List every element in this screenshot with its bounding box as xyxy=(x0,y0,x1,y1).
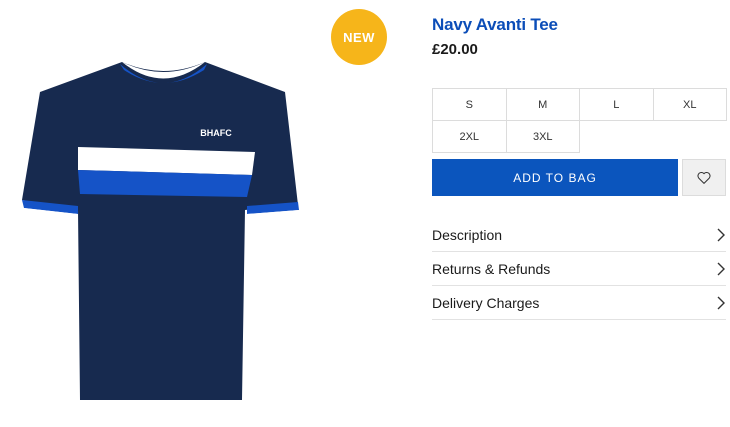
size-option-3xl[interactable]: 3XL xyxy=(506,121,580,153)
size-option-s[interactable]: S xyxy=(433,89,507,121)
accordion-returns-refunds[interactable]: Returns & Refunds xyxy=(432,252,726,286)
chevron-right-icon xyxy=(717,296,725,309)
product-info-accordion: Description Returns & Refunds Delivery C… xyxy=(432,218,726,320)
chevron-right-icon xyxy=(717,262,725,275)
accordion-delivery-charges[interactable]: Delivery Charges xyxy=(432,286,726,320)
accordion-description[interactable]: Description xyxy=(432,218,726,252)
product-title: Navy Avanti Tee xyxy=(432,15,558,34)
size-option-m[interactable]: M xyxy=(506,89,580,121)
size-selector: S M L XL 2XL 3XL xyxy=(432,88,727,153)
tshirt-body xyxy=(22,62,298,400)
accordion-label: Delivery Charges xyxy=(432,294,540,311)
new-badge: NEW xyxy=(331,9,387,65)
chevron-right-icon xyxy=(717,228,725,241)
accordion-label: Description xyxy=(432,226,503,243)
add-to-bag-button[interactable]: ADD TO BAG xyxy=(432,159,678,196)
size-grid-spacer xyxy=(580,121,654,153)
wishlist-button[interactable] xyxy=(682,159,726,196)
product-image: BHAFC xyxy=(0,0,320,427)
tshirt-illustration: BHAFC xyxy=(22,62,299,400)
size-grid-spacer xyxy=(653,121,727,153)
accordion-label: Returns & Refunds xyxy=(432,260,551,277)
product-price: £20.00 xyxy=(432,41,478,58)
chest-logo-text: BHAFC xyxy=(200,128,232,138)
heart-icon xyxy=(697,171,711,184)
size-option-l[interactable]: L xyxy=(580,89,654,121)
size-option-xl[interactable]: XL xyxy=(653,89,727,121)
size-option-2xl[interactable]: 2XL xyxy=(433,121,507,153)
